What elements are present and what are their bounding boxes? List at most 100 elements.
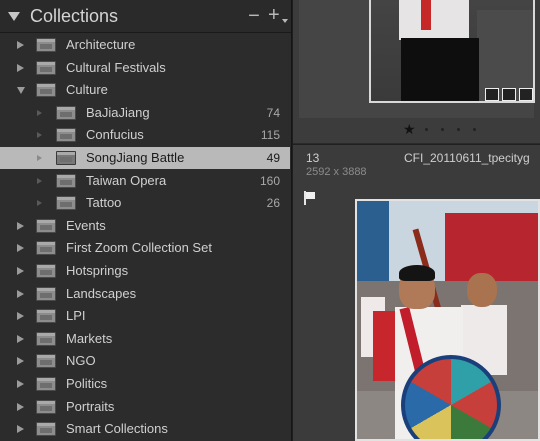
collection-set-row[interactable]: First Zoom Collection Set	[0, 237, 290, 259]
thumbnail-frame	[299, 0, 535, 118]
disclosure-closed-icon[interactable]	[17, 402, 24, 411]
disclosure-closed-icon[interactable]	[17, 267, 24, 275]
photo-building	[357, 201, 389, 291]
grid-cell-current[interactable]: 13 2592 x 3888 CFI_20110611_tpecityg	[293, 145, 540, 441]
collection-label: Culture	[66, 82, 108, 98]
collection-label: Architecture	[66, 37, 136, 52]
photo-head	[467, 273, 497, 307]
collection-set-icon	[36, 218, 56, 233]
rating-dot-icon[interactable]	[425, 128, 428, 131]
collection-set-row[interactable]: LPI	[0, 305, 290, 327]
collection-set-row[interactable]: Hotsprings	[0, 260, 290, 282]
disclosure-closed-icon[interactable]	[17, 425, 24, 434]
collection-set-icon	[36, 422, 56, 437]
collection-row[interactable]: BaJiaJiang 74	[0, 102, 290, 124]
collection-set-icon	[36, 83, 56, 98]
rating-dot-icon[interactable]	[473, 128, 476, 131]
disclosure-closed-icon[interactable]	[17, 244, 24, 253]
collapse-triangle-icon[interactable]	[8, 12, 20, 21]
disclosure-closed-icon[interactable]	[17, 63, 24, 72]
crop-badge-icon[interactable]	[502, 88, 516, 101]
collection-row[interactable]: SongJiang Battle 49	[0, 147, 290, 169]
collection-icon	[56, 196, 76, 211]
collections-panel-header[interactable]: Collections − +	[0, 0, 291, 33]
collection-label: Politics	[66, 376, 108, 391]
collection-count: 26	[266, 196, 280, 211]
photo-person	[373, 311, 397, 381]
collection-row[interactable]: Confucius 115	[0, 124, 290, 146]
collection-set-row[interactable]: Cultural Festivals	[0, 57, 290, 79]
disclosure-leaf-icon	[37, 132, 42, 139]
collection-set-icon	[36, 331, 56, 346]
collection-label: NGO	[66, 353, 96, 369]
photo-dimensions: 2592 x 3888	[306, 166, 367, 178]
collection-set-row[interactable]: Architecture	[0, 34, 290, 56]
disclosure-closed-icon[interactable]	[17, 221, 24, 230]
photo-hair	[399, 265, 435, 281]
collection-count: 74	[266, 105, 280, 120]
grid-view: ★ 13 2592 x 3888 CFI_20110611_tpecityg	[293, 0, 540, 441]
disclosure-closed-icon[interactable]	[17, 357, 24, 366]
chevron-down-icon	[282, 19, 288, 23]
plus-icon: +	[268, 4, 280, 26]
thumbnail-badges	[485, 88, 533, 102]
collection-label: Taiwan Opera	[86, 172, 167, 188]
collection-set-row[interactable]: Portraits	[0, 396, 290, 418]
disclosure-open-icon[interactable]	[17, 87, 25, 95]
collection-set-icon	[36, 241, 56, 256]
collection-label: Landscapes	[66, 285, 137, 301]
collections-panel: Collections − + Architecture Cultural Fes…	[0, 0, 292, 441]
disclosure-closed-icon[interactable]	[17, 380, 24, 388]
collection-set-row[interactable]: Markets	[0, 328, 290, 350]
flag-icon[interactable]	[304, 191, 316, 205]
collection-set-row[interactable]: Smart Collections	[0, 418, 290, 440]
disclosure-closed-icon[interactable]	[17, 41, 24, 49]
photo-banner	[445, 213, 538, 283]
collection-row[interactable]: Tattoo 26	[0, 192, 290, 214]
collection-label: First Zoom Collection Set	[66, 240, 212, 256]
collection-set-row[interactable]: NGO	[0, 350, 290, 372]
develop-badge-icon[interactable]	[519, 88, 533, 101]
collection-set-icon	[36, 377, 56, 391]
disclosure-leaf-icon	[37, 200, 42, 207]
star-icon[interactable]: ★	[403, 122, 416, 136]
disclosure-leaf-icon	[37, 109, 42, 116]
collection-set-icon	[36, 286, 56, 301]
collection-label: LPI	[66, 308, 86, 324]
collection-label: Cultural Festivals	[66, 59, 166, 75]
disclosure-leaf-icon	[37, 155, 42, 161]
collection-set-row[interactable]: Politics	[0, 373, 290, 395]
disclosure-closed-icon[interactable]	[17, 289, 24, 298]
disclosure-closed-icon[interactable]	[17, 312, 24, 321]
photo-shirt	[399, 0, 469, 40]
rating-stars[interactable]: ★	[403, 122, 493, 138]
collection-set-icon	[36, 38, 56, 52]
collection-label: Hotsprings	[66, 263, 129, 278]
add-collection-button[interactable]: +	[268, 5, 288, 27]
collection-set-icon	[36, 60, 56, 75]
collection-label: Smart Collections	[66, 421, 168, 437]
panel-title: Collections	[30, 6, 119, 26]
grid-cell-previous[interactable]: ★	[293, 0, 540, 144]
disclosure-leaf-icon	[37, 177, 42, 184]
rating-dot-icon[interactable]	[457, 128, 460, 131]
remove-collection-button[interactable]: −	[246, 6, 262, 26]
thumbnail-image[interactable]	[355, 199, 540, 441]
collection-set-row[interactable]: Landscapes	[0, 283, 290, 305]
collection-set-row[interactable]: Events	[0, 215, 290, 237]
collection-label: Tattoo	[86, 195, 122, 211]
collection-label: Markets	[66, 330, 113, 346]
collection-row[interactable]: Taiwan Opera 160	[0, 170, 290, 192]
photo-pants	[401, 38, 479, 101]
collection-label: Events	[66, 217, 106, 233]
collection-icon	[56, 105, 76, 120]
collection-count: 115	[260, 128, 280, 143]
collection-set-row[interactable]: Culture	[0, 79, 290, 101]
rating-dot-icon[interactable]	[441, 128, 444, 131]
collection-set-icon	[36, 309, 56, 324]
photo-filename: CFI_20110611_tpecityg	[404, 151, 530, 165]
collection-label: Confucius	[86, 127, 144, 143]
photo-index: 13	[306, 151, 320, 165]
keyword-badge-icon[interactable]	[485, 88, 499, 101]
disclosure-closed-icon[interactable]	[17, 334, 24, 343]
